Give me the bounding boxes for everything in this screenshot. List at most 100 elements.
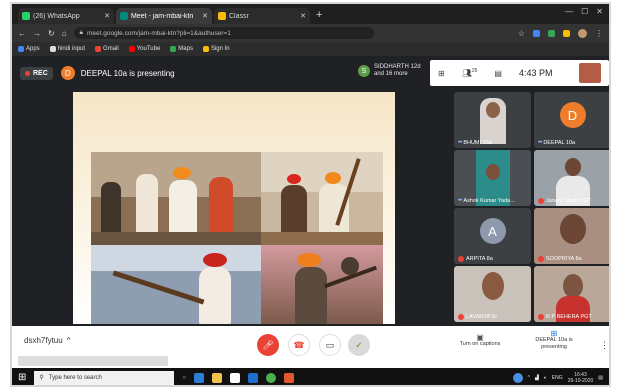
forward-icon[interactable]: → — [33, 29, 41, 38]
network-icon[interactable]: ▟ — [535, 375, 539, 381]
tab-label: Meet - jam-mbai-ktn — [131, 12, 194, 20]
toolbar-right: ☆ ⋮ — [518, 28, 603, 38]
media-player-icon[interactable] — [284, 372, 295, 383]
taskbar-search-box[interactable]: ⚲ Type here to search — [34, 370, 175, 385]
bookmark-label: Gmail — [103, 46, 119, 52]
participant-tile[interactable]: D ••• DEEPAL 10a — [534, 92, 609, 148]
bookmark-gmail[interactable]: Gmail — [95, 46, 119, 52]
close-icon[interactable]: ✕ — [104, 12, 110, 20]
tab-meet[interactable]: Meet - jam-mbai-ktn ✕ — [116, 8, 212, 24]
bookmark-label: YouTube — [136, 46, 161, 52]
bookmark-apps[interactable]: Apps — [18, 46, 40, 52]
back-icon[interactable]: ← — [18, 29, 26, 38]
presentation-status-button[interactable]: ⊞ DEEPAL 10a is presenting — [528, 330, 580, 351]
self-view-thumbnail[interactable] — [579, 63, 601, 83]
bookmark-label: Apps — [26, 46, 40, 52]
minimize-icon[interactable]: — — [565, 7, 573, 16]
tab-whatsapp[interactable]: (26) WhatsApp ✕ — [18, 8, 114, 24]
chevron-up-icon[interactable]: ^ — [528, 375, 530, 381]
participant-tile[interactable]: ••• BHUMI 10a — [454, 92, 531, 148]
app-tray-icon[interactable] — [512, 372, 523, 383]
participant-name-row: SOOPRIYA 8a — [538, 256, 582, 262]
captions-button[interactable]: ▣ Turn on captions — [455, 334, 505, 348]
recording-badge: REC — [20, 66, 53, 80]
leave-call-button[interactable]: ☎︎ — [288, 334, 310, 356]
microphone-toggle-button[interactable]: 🎤︎ — [257, 334, 279, 356]
close-icon[interactable]: ✕ — [300, 12, 306, 20]
window-controls: — ☐ ✕ — [565, 7, 603, 16]
layout-icon[interactable]: ⊞ — [438, 69, 445, 78]
participant-avatar: A — [479, 218, 506, 244]
extension-icon[interactable] — [548, 29, 555, 37]
search-placeholder: Type here to search — [48, 374, 102, 381]
pinned-name: SIDDHARTH 12d — [374, 64, 421, 70]
present-screen-icon: ⊞ — [550, 329, 558, 338]
mail-icon[interactable] — [248, 372, 259, 383]
participant-tile[interactable]: SOOPRIYA 8a — [534, 208, 609, 264]
language-indicator[interactable]: ENG — [552, 375, 563, 381]
participant-tile[interactable]: Janam Singh PGT — [534, 150, 609, 206]
participant-name: BHUMI 10a — [463, 140, 492, 146]
meeting-details-button[interactable]: dsxh7fytuu ^ — [24, 336, 70, 345]
browser-tab-strip: (26) WhatsApp ✕ Meet - jam-mbai-ktn ✕ Cl… — [12, 4, 609, 24]
people-count: 25 — [471, 68, 478, 75]
people-button[interactable]: 👥︎25 — [462, 68, 478, 78]
pinned-participant[interactable]: S SIDDHARTH 12d and 16 more — [358, 64, 421, 78]
star-icon[interactable]: ☆ — [518, 29, 525, 38]
participant-name: ARPITA 8a — [466, 256, 493, 262]
slide-photo-musician-red — [261, 245, 383, 324]
chat-icon[interactable]: ▤ — [494, 69, 502, 78]
profile-avatar[interactable] — [578, 28, 587, 38]
volume-icon[interactable]: 🔈︎ — [544, 375, 547, 381]
task-view-icon[interactable]: ○ — [182, 375, 186, 381]
participant-tile[interactable]: R P BEHERA PGT — [534, 266, 609, 322]
reload-icon[interactable]: ↻ — [48, 29, 55, 38]
raise-hand-button[interactable]: ✓ — [348, 334, 370, 356]
participant-name-row: ARPITA 8a — [458, 256, 493, 262]
audio-level-icon: ••• — [458, 140, 462, 146]
participant-name: LAVANYA 9c — [466, 314, 498, 320]
bookmark-hindi-input[interactable]: hindi input — [49, 46, 85, 52]
taskbar-clock[interactable]: 16:43 29-10-2020 — [568, 372, 594, 384]
extension-icon[interactable] — [533, 29, 540, 37]
edge-icon[interactable] — [194, 372, 205, 383]
meeting-clock: 4:43 PM — [518, 68, 553, 78]
pinned-avatar: S — [358, 65, 370, 77]
participant-face — [485, 102, 500, 118]
whatsapp-icon — [22, 12, 30, 20]
menu-icon[interactable]: ⋮ — [595, 29, 603, 38]
chevron-up-icon: ^ — [66, 336, 71, 345]
mic-off-icon — [538, 198, 544, 204]
close-icon[interactable]: ✕ — [202, 12, 208, 20]
participant-tile[interactable]: LAVANYA 9c — [454, 266, 531, 322]
chrome-icon[interactable] — [266, 372, 277, 383]
close-window-icon[interactable]: ✕ — [596, 7, 603, 16]
participant-tile[interactable]: ••• Ashok Kumar Yada... — [454, 150, 531, 206]
bookmark-maps[interactable]: Maps — [170, 46, 193, 52]
audio-level-icon: ••• — [458, 198, 462, 204]
bookmark-youtube[interactable]: YouTube — [128, 46, 161, 52]
presenter-indicator: D DEEPAL 10a is presenting — [60, 66, 175, 80]
participant-name-row: ••• BHUMI 10a — [458, 140, 492, 146]
participant-grid: ••• BHUMI 10a D ••• DEEPAL 10a ••• Ashok Ku… — [450, 90, 609, 326]
mic-off-icon — [538, 256, 544, 262]
participant-tile[interactable]: A ARPITA 8a — [454, 208, 531, 264]
home-icon[interactable]: ⌂ — [62, 29, 67, 38]
new-tab-icon[interactable]: + — [316, 8, 322, 24]
notifications-icon[interactable]: ▤ — [598, 375, 603, 381]
presentation-stage — [12, 90, 450, 326]
camera-toggle-button[interactable]: ▭ — [319, 334, 341, 356]
pinned-more: and 16 more — [374, 71, 408, 77]
tab-classroom[interactable]: Classr ✕ — [214, 8, 310, 24]
file-explorer-icon[interactable] — [212, 372, 223, 383]
participant-name-row: R P BEHERA PGT — [538, 314, 592, 320]
bookmark-sign-in[interactable]: Sign In — [202, 46, 230, 52]
apps-icon — [18, 46, 24, 52]
store-icon[interactable] — [230, 372, 241, 383]
address-bar[interactable]: 🔒︎ meet.google.com/jam-mbai-ktn?pli=1&au… — [73, 27, 374, 39]
more-options-icon[interactable]: ⋮ — [600, 340, 609, 351]
extension-icon[interactable] — [563, 29, 570, 37]
participant-name-row: Janam Singh PGT — [538, 198, 591, 204]
windows-start-icon[interactable]: ⊞ — [18, 372, 26, 383]
maximize-icon[interactable]: ☐ — [581, 7, 588, 16]
